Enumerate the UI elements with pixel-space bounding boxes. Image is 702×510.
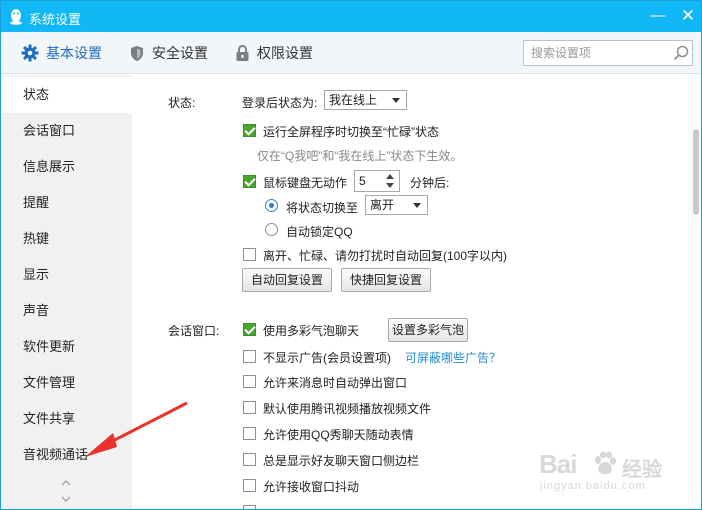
sidebar-item-status[interactable]: 状态 bbox=[1, 77, 132, 113]
shield-icon bbox=[131, 45, 143, 61]
switch-status-radio[interactable] bbox=[265, 199, 278, 212]
auto-popup-label: 允许来消息时自动弹出窗口 bbox=[263, 376, 408, 390]
fullscreen-busy-checkbox[interactable] bbox=[243, 124, 256, 137]
tab-basic-label: 基本设置 bbox=[46, 45, 102, 61]
tab-basic-settings[interactable]: 基本设置 bbox=[21, 43, 102, 63]
sidebar-always-checkbox[interactable] bbox=[243, 453, 256, 466]
gear-icon bbox=[21, 44, 39, 62]
hide-ads-checkbox[interactable] bbox=[243, 350, 256, 363]
scrollbar-thumb[interactable] bbox=[693, 129, 699, 215]
tab-security-label: 安全设置 bbox=[152, 45, 208, 61]
chevron-down-icon bbox=[413, 203, 421, 208]
baidu-watermark: Bai 经验 jingyan.baidu.com bbox=[534, 445, 694, 495]
annotation-arrow-icon bbox=[85, 401, 188, 457]
tab-security-settings[interactable]: 安全设置 bbox=[129, 43, 208, 63]
fullscreen-busy-hint: 仅在“Q我吧”和“我在线上”状态下生效。 bbox=[257, 149, 463, 163]
search-icon[interactable] bbox=[673, 45, 689, 61]
switch-status-label: 将状态切换至 bbox=[286, 201, 359, 215]
tencent-video-checkbox[interactable] bbox=[243, 401, 256, 414]
sidebar-item-hotkey[interactable]: 热键 bbox=[1, 221, 132, 257]
watermark-brand: Bai bbox=[539, 449, 577, 479]
fullscreen-busy-label: 运行全屏程序时切换至“忙碌”状态 bbox=[263, 125, 439, 139]
colorful-bubble-checkbox[interactable] bbox=[243, 323, 256, 336]
auto-reply-checkbox[interactable] bbox=[243, 248, 256, 261]
login-status-value: 我在线上 bbox=[329, 93, 378, 107]
sidebar-item-sound[interactable]: 声音 bbox=[1, 293, 132, 329]
hide-ads-label: 不显示广告(会员设置项) bbox=[263, 351, 391, 365]
double-chevron-down-icon[interactable] bbox=[59, 477, 73, 507]
login-status-select[interactable]: 我在线上 bbox=[324, 90, 407, 110]
auto-reply-settings-button[interactable]: 自动回复设置 bbox=[242, 268, 332, 292]
window-shake-label: 允许接收窗口抖动 bbox=[263, 480, 360, 494]
away-status-select[interactable]: 离开 bbox=[365, 195, 428, 215]
auto-reply-label: 离开、忙碌、请勿打扰时自动回复(100字以内) bbox=[263, 249, 508, 263]
auto-popup-checkbox[interactable] bbox=[243, 375, 256, 388]
status-section-label: 状态: bbox=[168, 96, 196, 110]
search-box[interactable] bbox=[523, 40, 693, 66]
qq-show-checkbox[interactable] bbox=[243, 427, 256, 440]
minimize-button[interactable]: — bbox=[648, 6, 668, 26]
title-bar[interactable]: 系统设置 — ✕ bbox=[1, 1, 701, 32]
quick-reply-settings-button[interactable]: 快捷回复设置 bbox=[341, 268, 431, 292]
idle-minutes-value: 5 bbox=[359, 174, 366, 188]
chat-section-label: 会话窗口: bbox=[168, 324, 220, 338]
tab-bar: 基本设置 安全设置 权限设置 bbox=[1, 32, 701, 74]
auto-lock-radio[interactable] bbox=[265, 223, 278, 236]
window-shake-checkbox[interactable] bbox=[243, 479, 256, 492]
paw-icon bbox=[595, 451, 616, 475]
search-input[interactable] bbox=[524, 41, 664, 65]
idle-minutes-stepper[interactable]: 5 bbox=[354, 170, 400, 192]
sidebar-item-file-management[interactable]: 文件管理 bbox=[1, 365, 132, 401]
window-title: 系统设置 bbox=[29, 12, 82, 27]
sidebar-item-reminder[interactable]: 提醒 bbox=[1, 185, 132, 221]
idle-checkbox[interactable] bbox=[243, 175, 256, 188]
blockable-ads-link[interactable]: 可屏蔽哪些广告？ bbox=[405, 349, 501, 366]
stepper-up-icon[interactable] bbox=[386, 174, 394, 179]
stepper-down-icon[interactable] bbox=[386, 183, 394, 188]
partial-checkbox[interactable] bbox=[243, 505, 256, 509]
sidebar-item-software-update[interactable]: 软件更新 bbox=[1, 329, 132, 365]
watermark-suffix: 经验 bbox=[622, 459, 662, 481]
away-status-value: 离开 bbox=[370, 198, 395, 212]
watermark-url: jingyan.baidu.com bbox=[540, 480, 646, 492]
qq-show-label: 允许使用QQ秀聊天随动表情 bbox=[263, 428, 414, 442]
tab-permission-label: 权限设置 bbox=[257, 45, 313, 61]
sidebar-item-info-display[interactable]: 信息展示 bbox=[1, 149, 132, 185]
auto-lock-label: 自动锁定QQ bbox=[286, 225, 353, 239]
colorful-bubble-label: 使用多彩气泡聊天 bbox=[263, 324, 360, 338]
idle-suffix: 分钟后: bbox=[410, 176, 450, 190]
sidebar-always-label: 总是显示好友聊天窗口侧边栏 bbox=[263, 454, 420, 468]
set-bubble-button[interactable]: 设置多彩气泡 bbox=[388, 318, 468, 342]
settings-window: 系统设置 — ✕ 基本设置 安全设置 权限设置 搜索设置项 状态 会话窗口 信息… bbox=[0, 0, 702, 510]
close-button[interactable]: ✕ bbox=[678, 6, 698, 26]
idle-label: 鼠标键盘无动作 bbox=[263, 176, 348, 190]
tab-permission-settings[interactable]: 权限设置 bbox=[235, 43, 313, 63]
sidebar-item-display[interactable]: 显示 bbox=[1, 257, 132, 293]
sidebar-item-chat-window[interactable]: 会话窗口 bbox=[1, 113, 132, 149]
qq-penguin-icon bbox=[10, 9, 22, 25]
tencent-video-label: 默认使用腾讯视频播放视频文件 bbox=[263, 402, 432, 416]
chevron-down-icon bbox=[392, 98, 400, 103]
lock-icon bbox=[236, 44, 249, 61]
login-status-label: 登录后状态为: bbox=[242, 96, 318, 110]
